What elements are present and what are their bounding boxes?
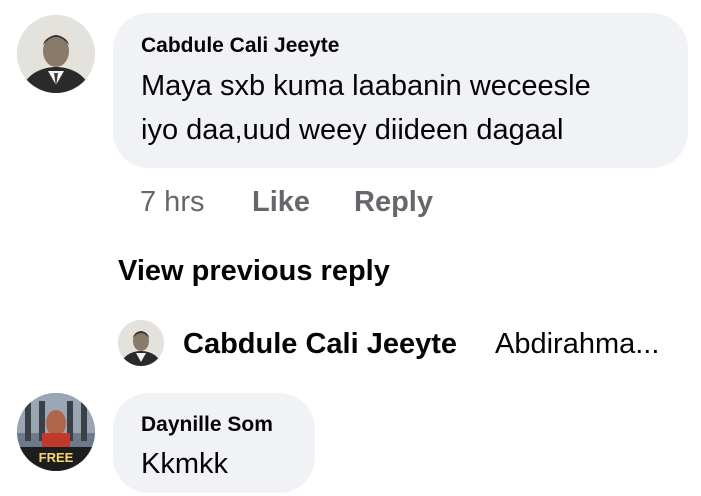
free-badge-photo-icon: FREE xyxy=(17,393,95,471)
comment-text-line: iyo daa,uud weey diideen dagaal xyxy=(141,114,564,146)
view-previous-reply-link[interactable]: View previous reply xyxy=(118,255,390,288)
like-button[interactable]: Like xyxy=(252,186,310,219)
portrait-photo-icon xyxy=(17,15,95,93)
svg-text:FREE: FREE xyxy=(39,450,74,465)
portrait-photo-icon xyxy=(118,320,164,366)
commenter-avatar[interactable] xyxy=(17,15,95,93)
commenter-avatar[interactable]: FREE xyxy=(17,393,95,471)
comment-text-line: Maya sxb kuma laabanin weceesle xyxy=(141,70,591,102)
comment-timestamp[interactable]: 7 hrs xyxy=(140,186,204,219)
reply-author[interactable]: Cabdule Cali Jeeyte xyxy=(183,328,457,361)
comment-author[interactable]: Cabdule Cali Jeeyte xyxy=(141,34,339,58)
comment-author[interactable]: Daynille Som xyxy=(141,413,273,437)
comment-text: Kkmkk xyxy=(141,448,228,480)
reply-snippet[interactable]: Abdirahma... xyxy=(495,328,659,361)
reply-button[interactable]: Reply xyxy=(354,186,433,219)
reply-avatar[interactable] xyxy=(118,320,164,366)
